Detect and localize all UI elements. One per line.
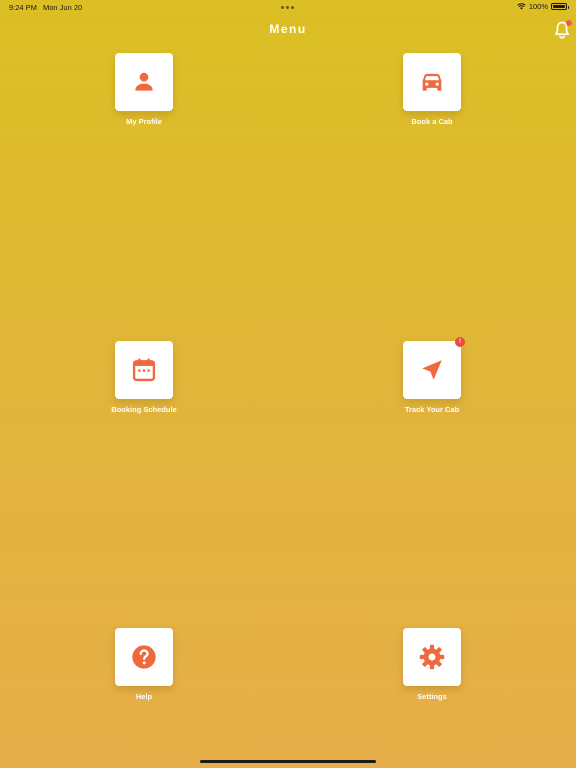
car-icon	[422, 73, 442, 91]
menu-item-label: Track Your Cab	[404, 405, 460, 414]
status-bar: 9:24 PM Mon Jun 20 100%	[0, 0, 576, 14]
track-your-cab-button[interactable]: !	[403, 337, 465, 399]
menu-item-my-profile[interactable]: My Profile	[114, 53, 174, 126]
page-title: Menu	[269, 22, 307, 36]
menu-item-label: Booking Schedule	[111, 405, 177, 414]
menu-item-help[interactable]: Help	[114, 628, 174, 701]
menu-item-track-your-cab[interactable]: ! Track Your Cab	[402, 337, 465, 414]
multitasking-dots-icon[interactable]	[281, 6, 294, 9]
menu-item-label: Help	[135, 692, 153, 701]
home-indicator[interactable]	[200, 760, 376, 763]
status-date: Mon Jun 20	[43, 3, 83, 12]
menu-item-label: Book a Cab	[411, 117, 453, 126]
notification-button[interactable]	[552, 20, 572, 40]
person-icon	[135, 72, 153, 91]
menu-item-booking-schedule[interactable]: Booking Schedule	[111, 341, 177, 414]
menu-item-label: My Profile	[126, 117, 162, 126]
settings-button[interactable]	[403, 628, 461, 686]
battery-percentage: 100%	[528, 2, 548, 11]
status-time: 9:24 PM	[9, 3, 37, 12]
menu-item-book-a-cab[interactable]: Book a Cab	[402, 53, 462, 126]
notification-dot	[566, 20, 572, 26]
battery-icon	[551, 3, 569, 10]
help-button[interactable]	[115, 628, 173, 686]
help-circle-icon	[132, 645, 156, 669]
gear-icon	[419, 644, 445, 670]
alert-badge: !	[455, 337, 465, 347]
menu-item-label: Settings	[417, 692, 447, 701]
booking-schedule-button[interactable]	[115, 341, 173, 399]
my-profile-button[interactable]	[115, 53, 173, 111]
book-a-cab-button[interactable]	[403, 53, 461, 111]
menu-item-settings[interactable]: Settings	[402, 628, 462, 701]
calendar-icon	[132, 358, 156, 382]
status-indicators: 100%	[517, 2, 569, 11]
wifi-icon	[517, 3, 526, 10]
navigation-arrow-icon	[422, 360, 442, 380]
